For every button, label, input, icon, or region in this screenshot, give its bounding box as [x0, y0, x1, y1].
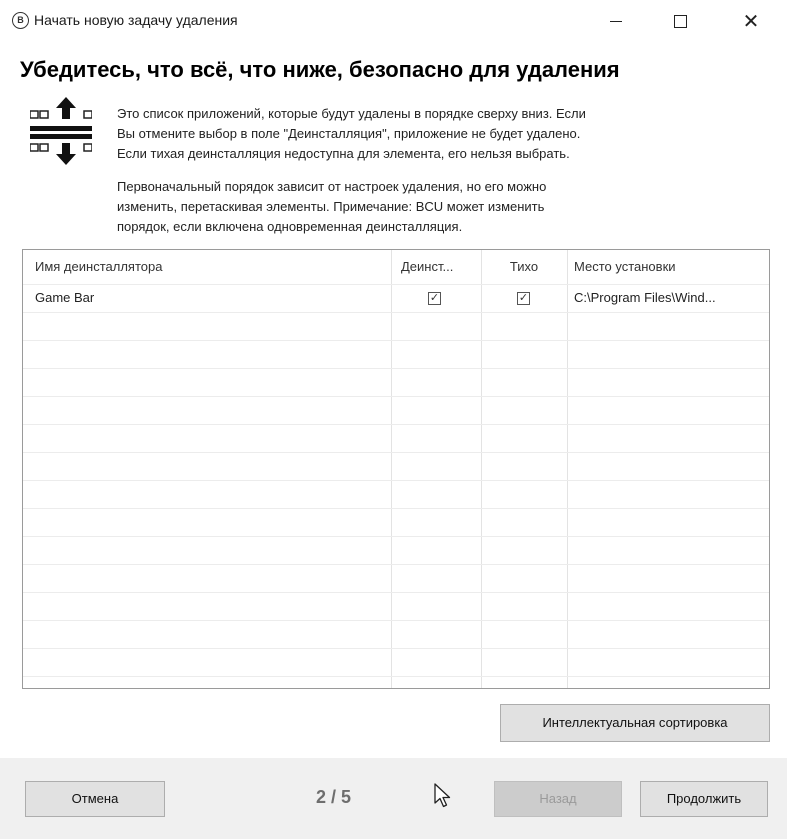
column-header-location[interactable]: Место установки	[567, 250, 769, 284]
row-gridline	[23, 340, 769, 341]
row-gridline	[23, 536, 769, 537]
description-line: Первоначальный порядок зависит от настро…	[117, 179, 547, 194]
description-line: Это список приложений, которые будут уда…	[117, 106, 586, 121]
title-bar: B Начать новую задачу удаления ✕	[0, 0, 787, 42]
row-gridline	[23, 648, 769, 649]
minimize-button[interactable]	[587, 0, 645, 42]
row-gridline	[23, 424, 769, 425]
row-gridline	[23, 564, 769, 565]
smart-sort-button[interactable]: Интеллектуальная сортировка	[500, 704, 770, 742]
description-line: изменить, перетаскивая элементы. Примеча…	[117, 199, 545, 214]
row-gridline	[23, 508, 769, 509]
continue-button[interactable]: Продолжить	[640, 781, 768, 817]
back-button[interactable]: Назад	[494, 781, 622, 817]
description-paragraph-2: Первоначальный порядок зависит от настро…	[117, 177, 767, 237]
window-title: Начать новую задачу удаления	[34, 12, 238, 28]
row-gridline	[23, 480, 769, 481]
column-divider	[567, 250, 568, 688]
column-header-name[interactable]: Имя деинсталлятора	[23, 250, 391, 284]
row-gridline	[23, 312, 769, 313]
close-button[interactable]: ✕	[722, 0, 780, 42]
column-divider	[769, 250, 770, 688]
row-gridline	[23, 396, 769, 397]
row-name-cell: Game Bar	[35, 290, 95, 305]
mouse-cursor-icon	[434, 783, 451, 808]
row-gridline	[23, 676, 769, 677]
page-heading: Убедитесь, что всё, что ниже, безопасно …	[20, 57, 620, 82]
column-header-quiet[interactable]: Тихо	[481, 250, 567, 284]
row-gridline	[23, 368, 769, 369]
description-line: Вы отмените выбор в поле "Деинсталляция"…	[117, 126, 581, 141]
column-header-uninstall[interactable]: Деинст...	[391, 250, 481, 284]
quiet-checkbox[interactable]: ✓	[517, 292, 530, 305]
description-line: Если тихая деинсталляция недоступна для …	[117, 146, 570, 161]
maximize-icon	[673, 14, 687, 28]
cancel-button[interactable]: Отмена	[25, 781, 165, 817]
row-gridline	[23, 620, 769, 621]
column-divider	[481, 250, 482, 688]
page-indicator: 2 / 5	[316, 787, 352, 807]
maximize-button[interactable]	[651, 0, 709, 42]
uninstaller-sort-icon	[30, 97, 92, 165]
column-divider	[391, 250, 392, 688]
description-line: порядок, если включена одновременная деи…	[117, 219, 463, 234]
row-gridline	[23, 592, 769, 593]
app-icon: B	[12, 12, 29, 29]
description-paragraph-1: Это список приложений, которые будут уда…	[117, 104, 767, 164]
minimize-icon	[610, 20, 622, 22]
uninstaller-list[interactable]: Имя деинсталлятора Деинст... Тихо Место …	[22, 249, 770, 689]
uninstall-checkbox[interactable]: ✓	[428, 292, 441, 305]
row-location-cell: C:\Program Files\Wind...	[574, 290, 716, 305]
close-icon: ✕	[742, 10, 760, 33]
row-gridline	[23, 452, 769, 453]
